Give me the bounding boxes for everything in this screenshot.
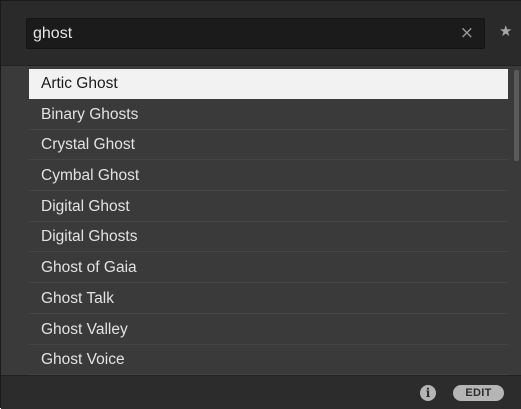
- vertical-scrollbar[interactable]: [514, 70, 519, 161]
- results-list-area: Artic Ghost Binary Ghosts Crystal Ghost …: [1, 65, 521, 376]
- list-item[interactable]: Ghost Voice: [29, 345, 508, 376]
- list-item[interactable]: Artic Ghost: [29, 69, 508, 99]
- info-icon[interactable]: i: [420, 385, 436, 401]
- search-input[interactable]: [33, 19, 453, 48]
- search-field[interactable]: ×: [26, 18, 485, 49]
- list-item[interactable]: Ghost Valley: [29, 315, 508, 345]
- list-item[interactable]: Cymbal Ghost: [29, 161, 508, 192]
- list-item[interactable]: Crystal Ghost: [29, 130, 508, 161]
- favorites-star-icon[interactable]: ★: [499, 22, 512, 40]
- footer-bar: i EDIT: [1, 376, 521, 409]
- list-item[interactable]: Ghost of Gaia: [29, 253, 508, 284]
- clear-search-icon[interactable]: ×: [460, 19, 474, 48]
- results-list: Artic Ghost Binary Ghosts Crystal Ghost …: [29, 69, 508, 376]
- edit-button[interactable]: EDIT: [453, 385, 504, 401]
- list-item[interactable]: Digital Ghost: [29, 192, 508, 222]
- list-item[interactable]: Digital Ghosts: [29, 222, 508, 253]
- search-bar: × ★: [1, 1, 521, 65]
- preset-browser-panel: × ★ Artic Ghost Binary Ghosts Crystal Gh…: [0, 0, 521, 409]
- list-item[interactable]: Ghost Talk: [29, 284, 508, 314]
- list-item[interactable]: Binary Ghosts: [29, 100, 508, 130]
